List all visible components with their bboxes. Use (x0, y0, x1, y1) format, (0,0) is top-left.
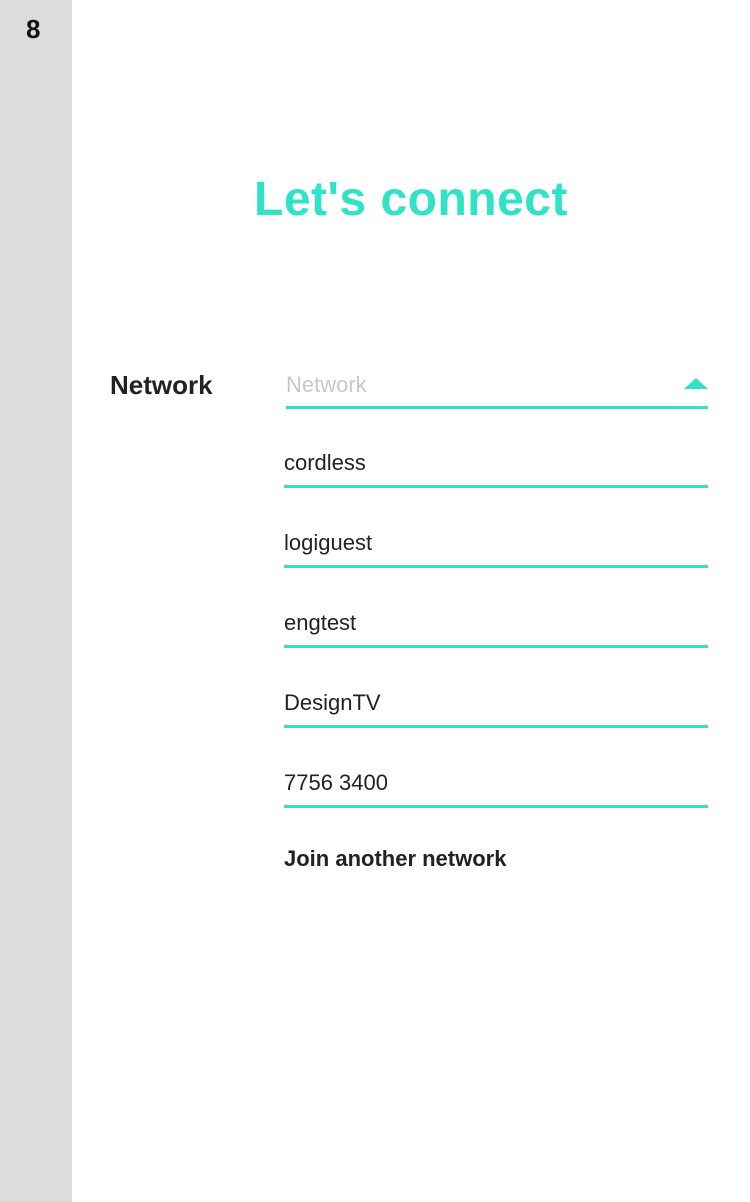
network-option-label: cordless (284, 450, 366, 475)
network-label: Network (110, 370, 213, 400)
join-another-network-link[interactable]: Join another network (284, 846, 506, 872)
network-option-engtest[interactable]: engtest (284, 604, 708, 648)
network-option-label: DesignTV (284, 690, 381, 715)
main-panel: Let's connect Network Network cordless l… (72, 0, 750, 1202)
step-number: 8 (26, 14, 41, 44)
network-option-label: 7756 3400 (284, 770, 388, 795)
caret-up-icon[interactable] (684, 378, 708, 389)
page-title: Let's connect (254, 173, 568, 226)
network-options-list: cordless logiguest engtest DesignTV 7756… (284, 444, 708, 844)
network-dropdown-placeholder: Network (286, 372, 367, 397)
network-option-7756-3400[interactable]: 7756 3400 (284, 764, 708, 808)
side-rail: 8 (0, 0, 72, 1202)
network-option-label: logiguest (284, 530, 373, 555)
network-option-logiguest[interactable]: logiguest (284, 524, 708, 568)
network-option-designtv[interactable]: DesignTV (284, 684, 708, 728)
network-option-cordless[interactable]: cordless (284, 444, 708, 488)
network-dropdown[interactable]: Network (286, 364, 708, 409)
network-option-label: engtest (284, 610, 357, 635)
